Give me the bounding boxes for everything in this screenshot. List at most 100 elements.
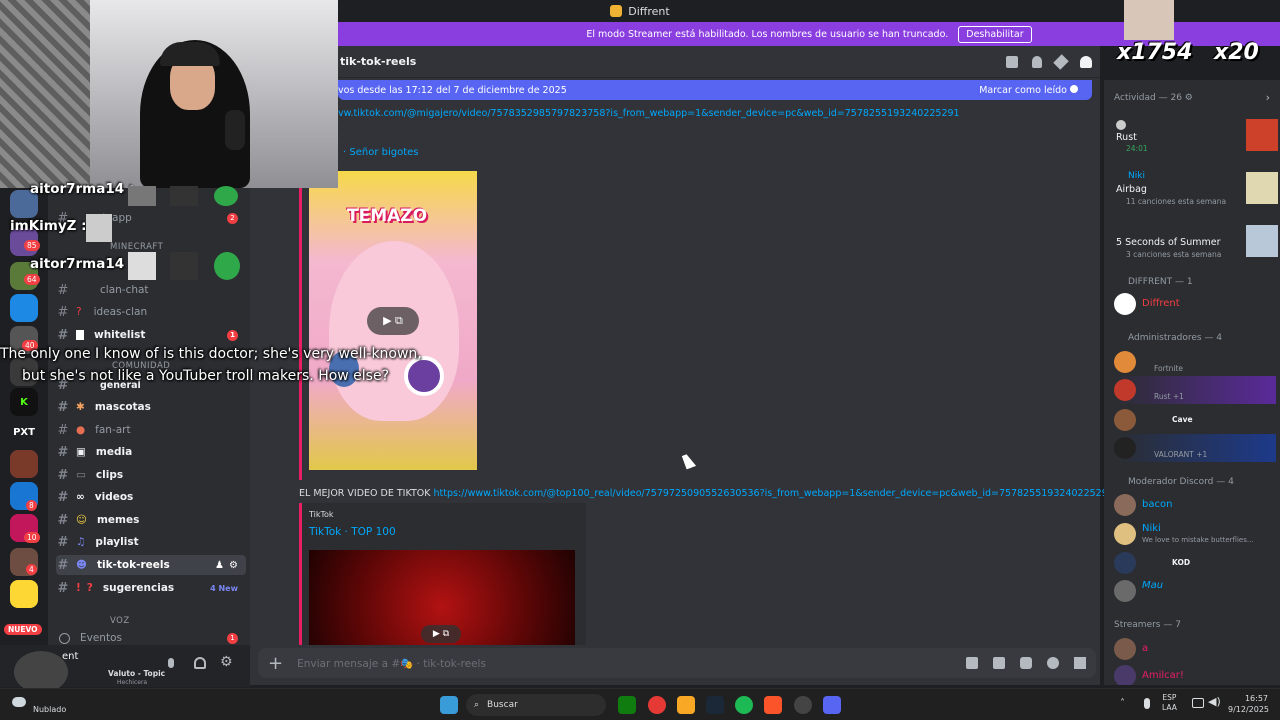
emoji-icon[interactable] — [1047, 657, 1059, 669]
chrome-icon[interactable] — [648, 696, 666, 714]
apps-icon[interactable] — [1074, 657, 1086, 669]
category-voz[interactable]: VOZ — [110, 616, 130, 626]
member-diffrent[interactable]: Diffrent — [1114, 290, 1276, 318]
weather-icon[interactable] — [12, 697, 26, 707]
activity-rust[interactable]: Rust 24:01 — [1114, 116, 1278, 156]
member-admin-4[interactable]: VALORANT +1 — [1114, 434, 1276, 462]
channel-list: # atsapp 2 MINECRAFT # clan-chat #? ideas-cl… — [48, 180, 250, 645]
member-list-icon[interactable] — [1080, 56, 1092, 68]
weather-label[interactable]: Nublado — [33, 705, 66, 714]
steam-icon[interactable] — [706, 696, 724, 714]
member-name: a — [1142, 643, 1149, 654]
channel-label: mascotas — [94, 401, 151, 413]
hash-icon: # — [57, 467, 69, 483]
embed-author-1[interactable]: · Señor bigotes — [343, 147, 418, 158]
server-icon-11[interactable] — [10, 580, 38, 608]
threads-icon[interactable] — [1006, 56, 1018, 68]
exclaim-icon: ! — [76, 582, 81, 594]
taskbar-search[interactable]: ⌕ Buscar — [466, 694, 606, 716]
member-niki[interactable]: Niki We love to mistake butterflies... — [1114, 520, 1276, 548]
headphones-icon[interactable] — [194, 657, 206, 669]
clock[interactable]: 16:57 9/12/2025 — [1228, 693, 1269, 715]
language-indicator[interactable]: ESP LAA — [1162, 693, 1177, 713]
channel-item-tik-tok-reels[interactable]: # ☻ tik-tok-reels ♟ ⚙ — [56, 555, 246, 575]
mark-read-button[interactable]: Marcar como leído — [979, 84, 1078, 96]
member-admin-2[interactable]: Rust +1 — [1114, 376, 1276, 404]
server-icon-7[interactable] — [10, 450, 38, 478]
add-attachment-icon[interactable]: + — [268, 653, 283, 674]
member-streamer-1[interactable]: a — [1114, 635, 1276, 663]
spotify-icon[interactable] — [735, 696, 753, 714]
file-explorer-icon[interactable] — [677, 696, 695, 714]
message-link-1[interactable]: vw.tiktok.com/@migajero/video/7578352985… — [338, 108, 960, 119]
webcam-microphone — [225, 110, 245, 150]
play-button-icon[interactable]: ▶ ⧉ — [367, 307, 419, 335]
category-minecraft[interactable]: MINECRAFT — [110, 242, 163, 252]
mic-tray-icon[interactable] — [1144, 698, 1150, 709]
new-servers-label[interactable]: NUEVO — [4, 624, 42, 635]
channel-item-playlist[interactable]: # ♫ playlist — [56, 532, 246, 552]
new-messages-bar[interactable]: vos desde las 17:12 del 7 de diciembre d… — [338, 80, 1092, 100]
activity-5sos[interactable]: 5 Seconds of Summer 3 canciones esta sem… — [1114, 222, 1278, 262]
gif-icon[interactable] — [993, 657, 1005, 669]
mic-icon[interactable] — [168, 658, 174, 668]
network-icon[interactable] — [1192, 698, 1204, 708]
hash-icon: # — [57, 399, 69, 415]
channel-item-fan-art[interactable]: # ● fan-art — [56, 420, 246, 440]
channel-label: clips — [95, 469, 124, 481]
member-admin-1[interactable]: Fortnite — [1114, 348, 1276, 376]
tray-chevron-up-icon[interactable]: ˄ — [1120, 698, 1125, 709]
obs-icon[interactable] — [794, 696, 812, 714]
gift-icon[interactable] — [966, 657, 978, 669]
invite-icon[interactable]: ♟ — [215, 560, 224, 571]
activity-settings-icon[interactable]: ⚙ — [1185, 93, 1193, 103]
volume-icon[interactable]: ◀) — [1208, 695, 1221, 708]
channel-item-memes[interactable]: # ☺ memes — [56, 510, 246, 530]
language-variant: LAA — [1162, 703, 1177, 712]
hash-icon: # — [57, 422, 69, 438]
settings-gear-icon[interactable]: ⚙ — [229, 560, 238, 571]
windows-start-icon[interactable] — [440, 696, 458, 714]
message-2-link[interactable]: https://www.tiktok.com/@top100_real/vide… — [434, 488, 1114, 499]
user-avatar[interactable] — [14, 651, 68, 693]
message-composer[interactable]: + Enviar mensaje a #🎭 · tik-tok-reels — [258, 648, 1096, 678]
brave-icon[interactable] — [764, 696, 782, 714]
discord-icon[interactable] — [823, 696, 841, 714]
composer-placeholder: Enviar mensaje a #🎭 · tik-tok-reels — [297, 657, 486, 670]
disable-streamer-button[interactable]: Deshabilitar — [958, 25, 1032, 43]
role-header-streamers: Streamers — 7 — [1114, 620, 1181, 630]
channel-item-clips[interactable]: # ▭ clips — [56, 465, 246, 485]
activity-airbag[interactable]: Niki Airbag 11 canciones esta semana — [1114, 170, 1278, 210]
channel-item-media[interactable]: # ▣ media — [56, 442, 246, 462]
pin-icon[interactable] — [1053, 54, 1069, 70]
server-icon-4[interactable] — [10, 294, 38, 322]
chevron-right-icon[interactable]: › — [1266, 91, 1270, 104]
channel-item-clan-chat[interactable]: # clan-chat — [56, 280, 246, 300]
xbox-icon[interactable] — [618, 696, 636, 714]
member-avatar — [1114, 494, 1136, 516]
paw-icon: ✱ — [76, 401, 85, 413]
play-button-icon-2[interactable]: ▶ ⧉ — [421, 625, 461, 643]
member-bacon[interactable]: bacon — [1114, 491, 1276, 519]
server-icon-kick[interactable]: K — [10, 388, 38, 416]
channel-item-whitelist[interactable]: # whitelist 1 — [56, 325, 246, 345]
channel-item-ideas-clan[interactable]: #? ideas-clan — [56, 302, 246, 322]
member-kod[interactable]: KOD — [1114, 549, 1276, 577]
hash-icon: # — [57, 489, 69, 505]
server-icon-pxt[interactable]: PXT — [10, 418, 38, 446]
member-streamer-2[interactable]: Amilcar! — [1114, 662, 1276, 685]
member-mau[interactable]: Mau — [1114, 577, 1276, 605]
member-name: Amilcar! — [1142, 670, 1184, 681]
sticker-icon[interactable] — [1020, 657, 1032, 669]
bell-icon[interactable] — [1032, 56, 1042, 68]
channel-item-mascotas[interactable]: # ✱ mascotas — [56, 397, 246, 417]
embed-2-title[interactable]: TikTok · TOP 100 — [309, 526, 396, 538]
user-settings-gear-icon[interactable]: ⚙ — [220, 654, 233, 670]
channel-item-sugerencias[interactable]: #!? sugerencias 4 New — [56, 578, 246, 598]
embed-video-thumbnail-2[interactable]: ▶ ⧉ — [309, 550, 575, 645]
member-admin-3[interactable]: Cave — [1114, 406, 1276, 434]
channel-item-eventos[interactable]: Eventos 1 — [56, 628, 246, 645]
channel-item-videos[interactable]: # ∞ videos — [56, 487, 246, 507]
member-name: bacon — [1142, 499, 1173, 510]
embed-video-thumbnail-1[interactable]: TEMAZO ▶ ⧉ — [309, 171, 477, 470]
